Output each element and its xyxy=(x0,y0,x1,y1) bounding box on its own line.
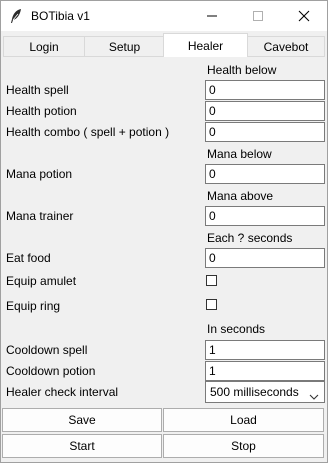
mana-potion-input[interactable] xyxy=(205,164,325,184)
mana-trainer-input[interactable] xyxy=(205,206,325,226)
equip-amulet-label: Equip amulet xyxy=(6,274,77,288)
mana-trainer-label: Mana trainer xyxy=(6,209,74,223)
tab-login[interactable]: Login xyxy=(3,36,85,56)
tab-healer[interactable]: Healer xyxy=(163,33,248,57)
cooldown-spell-label: Cooldown spell xyxy=(6,343,88,357)
in-seconds-header: In seconds xyxy=(207,322,266,336)
health-combo-input[interactable] xyxy=(205,122,325,142)
tab-cavebot[interactable]: Cavebot xyxy=(247,36,325,56)
load-button[interactable]: Load xyxy=(163,408,324,432)
eat-food-input[interactable] xyxy=(205,248,325,268)
health-below-header: Health below xyxy=(207,63,277,77)
title-bar[interactable]: BOTibia v1 xyxy=(1,1,327,31)
check-interval-label: Healer check interval xyxy=(6,385,119,399)
close-icon xyxy=(298,10,310,22)
minimize-button[interactable] xyxy=(189,1,235,31)
cooldown-potion-label: Cooldown potion xyxy=(6,364,96,378)
health-spell-input[interactable] xyxy=(205,80,325,100)
eat-food-label: Eat food xyxy=(6,251,51,265)
health-potion-label: Health potion xyxy=(6,104,77,118)
stop-button[interactable]: Stop xyxy=(163,434,324,458)
tab-bar: Login Setup Healer Cavebot xyxy=(3,33,325,57)
health-combo-label: Health combo ( spell + potion ) xyxy=(6,125,170,139)
close-button[interactable] xyxy=(281,1,327,31)
start-button[interactable]: Start xyxy=(2,434,162,458)
tab-setup[interactable]: Setup xyxy=(84,36,165,56)
app-window: BOTibia v1 Login Setup Healer Cavebot He… xyxy=(0,0,328,463)
mana-potion-label: Mana potion xyxy=(6,167,73,181)
health-potion-input[interactable] xyxy=(205,101,325,121)
cooldown-potion-input[interactable] xyxy=(205,361,325,381)
mana-above-header: Mana above xyxy=(207,189,274,203)
cooldown-spell-input[interactable] xyxy=(205,340,325,360)
health-spell-label: Health spell xyxy=(6,83,69,97)
feather-icon xyxy=(9,8,23,24)
minimize-icon xyxy=(207,15,217,17)
check-interval-value: 500 milliseconds xyxy=(210,385,299,399)
window-title: BOTibia v1 xyxy=(31,9,90,23)
equip-amulet-checkbox[interactable] xyxy=(206,275,217,286)
equip-ring-checkbox[interactable] xyxy=(206,299,217,310)
maximize-icon xyxy=(253,11,263,21)
save-button[interactable]: Save xyxy=(2,408,162,432)
mana-below-header: Mana below xyxy=(207,147,272,161)
check-interval-select[interactable]: 500 milliseconds xyxy=(205,381,325,403)
equip-ring-label: Equip ring xyxy=(6,299,61,313)
maximize-button[interactable] xyxy=(235,1,281,31)
each-seconds-header: Each ? seconds xyxy=(207,231,293,245)
chevron-down-icon xyxy=(309,389,319,403)
